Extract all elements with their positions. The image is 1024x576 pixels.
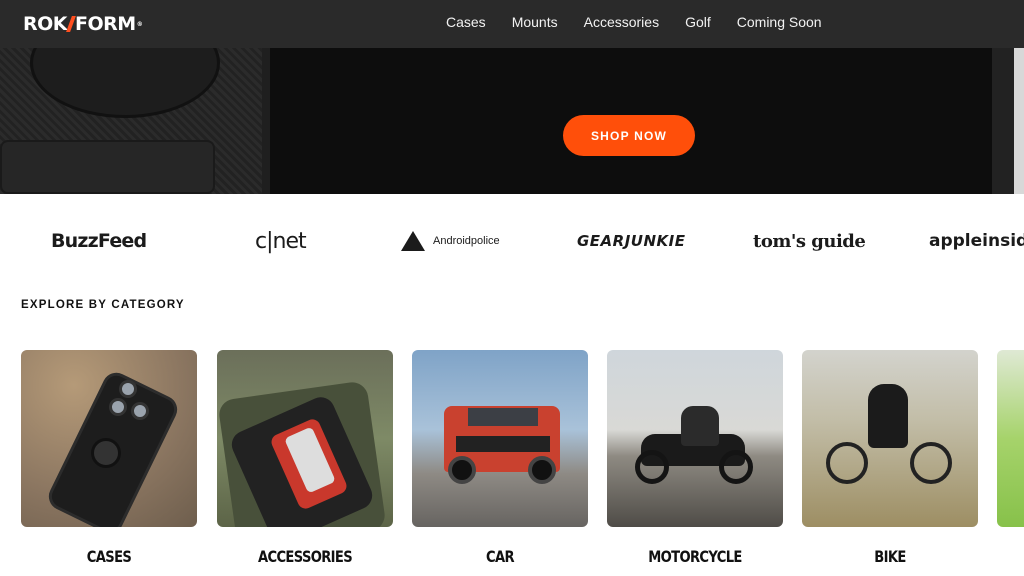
logo-text-left: ROK xyxy=(23,13,68,35)
appleinsider-logo: appleinside xyxy=(929,231,1024,251)
logo-trademark: ® xyxy=(136,20,143,28)
motorcycle-image xyxy=(607,350,783,527)
androidpolice-text: Androidpolice xyxy=(433,235,500,247)
category-card-motorcycle[interactable]: MOTORCYCLE xyxy=(607,350,783,566)
category-label: ACCESSORIES xyxy=(257,547,353,566)
category-card-partial[interactable] xyxy=(997,350,1024,527)
buzzfeed-logo: BuzzFeed xyxy=(51,230,147,252)
shop-now-button[interactable]: SHOP NOW xyxy=(563,115,695,156)
category-card-cases[interactable]: CASES xyxy=(21,350,197,566)
next-category-image xyxy=(997,350,1024,527)
bike-image xyxy=(802,350,978,527)
category-card-accessories[interactable]: ACCESSORIES xyxy=(217,350,393,566)
category-card-bike[interactable]: BIKE xyxy=(802,350,978,566)
category-label: BIKE xyxy=(874,547,906,566)
category-label: MOTORCYCLE xyxy=(648,547,742,566)
car-image xyxy=(412,350,588,527)
androidpolice-logo: Androidpolice xyxy=(401,228,500,254)
site-header: ROK FORM ® Cases Mounts Accessories Golf… xyxy=(0,0,1024,48)
category-card-car[interactable]: CAR xyxy=(412,350,588,566)
cnet-logo: c|net xyxy=(255,228,307,254)
androidpolice-icon xyxy=(401,231,425,251)
press-logo-strip: BuzzFeed c|net Androidpolice GEARJUNKIE … xyxy=(0,194,1024,286)
logo-text-right: FORM xyxy=(75,13,136,35)
nav-accessories[interactable]: Accessories xyxy=(584,14,659,30)
category-label: CASES xyxy=(86,547,132,566)
hero-right-image xyxy=(992,48,1024,194)
hero-product-image xyxy=(0,48,262,194)
rokform-logo[interactable]: ROK FORM ® xyxy=(23,12,143,36)
accessories-image xyxy=(217,350,393,527)
nav-coming-soon[interactable]: Coming Soon xyxy=(737,14,822,30)
main-nav: Cases Mounts Accessories Golf Coming Soo… xyxy=(446,14,822,30)
nav-cases[interactable]: Cases xyxy=(446,14,486,30)
nav-golf[interactable]: Golf xyxy=(685,14,711,30)
nav-mounts[interactable]: Mounts xyxy=(512,14,558,30)
gearjunkie-logo: GEARJUNKIE xyxy=(577,232,686,250)
mount-ring-icon xyxy=(30,48,220,118)
case-block-image xyxy=(0,140,215,194)
hero-banner xyxy=(0,48,1024,194)
toms-guide-logo: tom's guide xyxy=(753,230,866,252)
category-label: CAR xyxy=(486,547,515,566)
cases-image xyxy=(21,350,197,527)
explore-title: EXPLORE BY CATEGORY xyxy=(21,299,185,311)
category-carousel: CASES ACCESSORIES CAR MOTORCYCLE BIKE xyxy=(0,350,1024,576)
